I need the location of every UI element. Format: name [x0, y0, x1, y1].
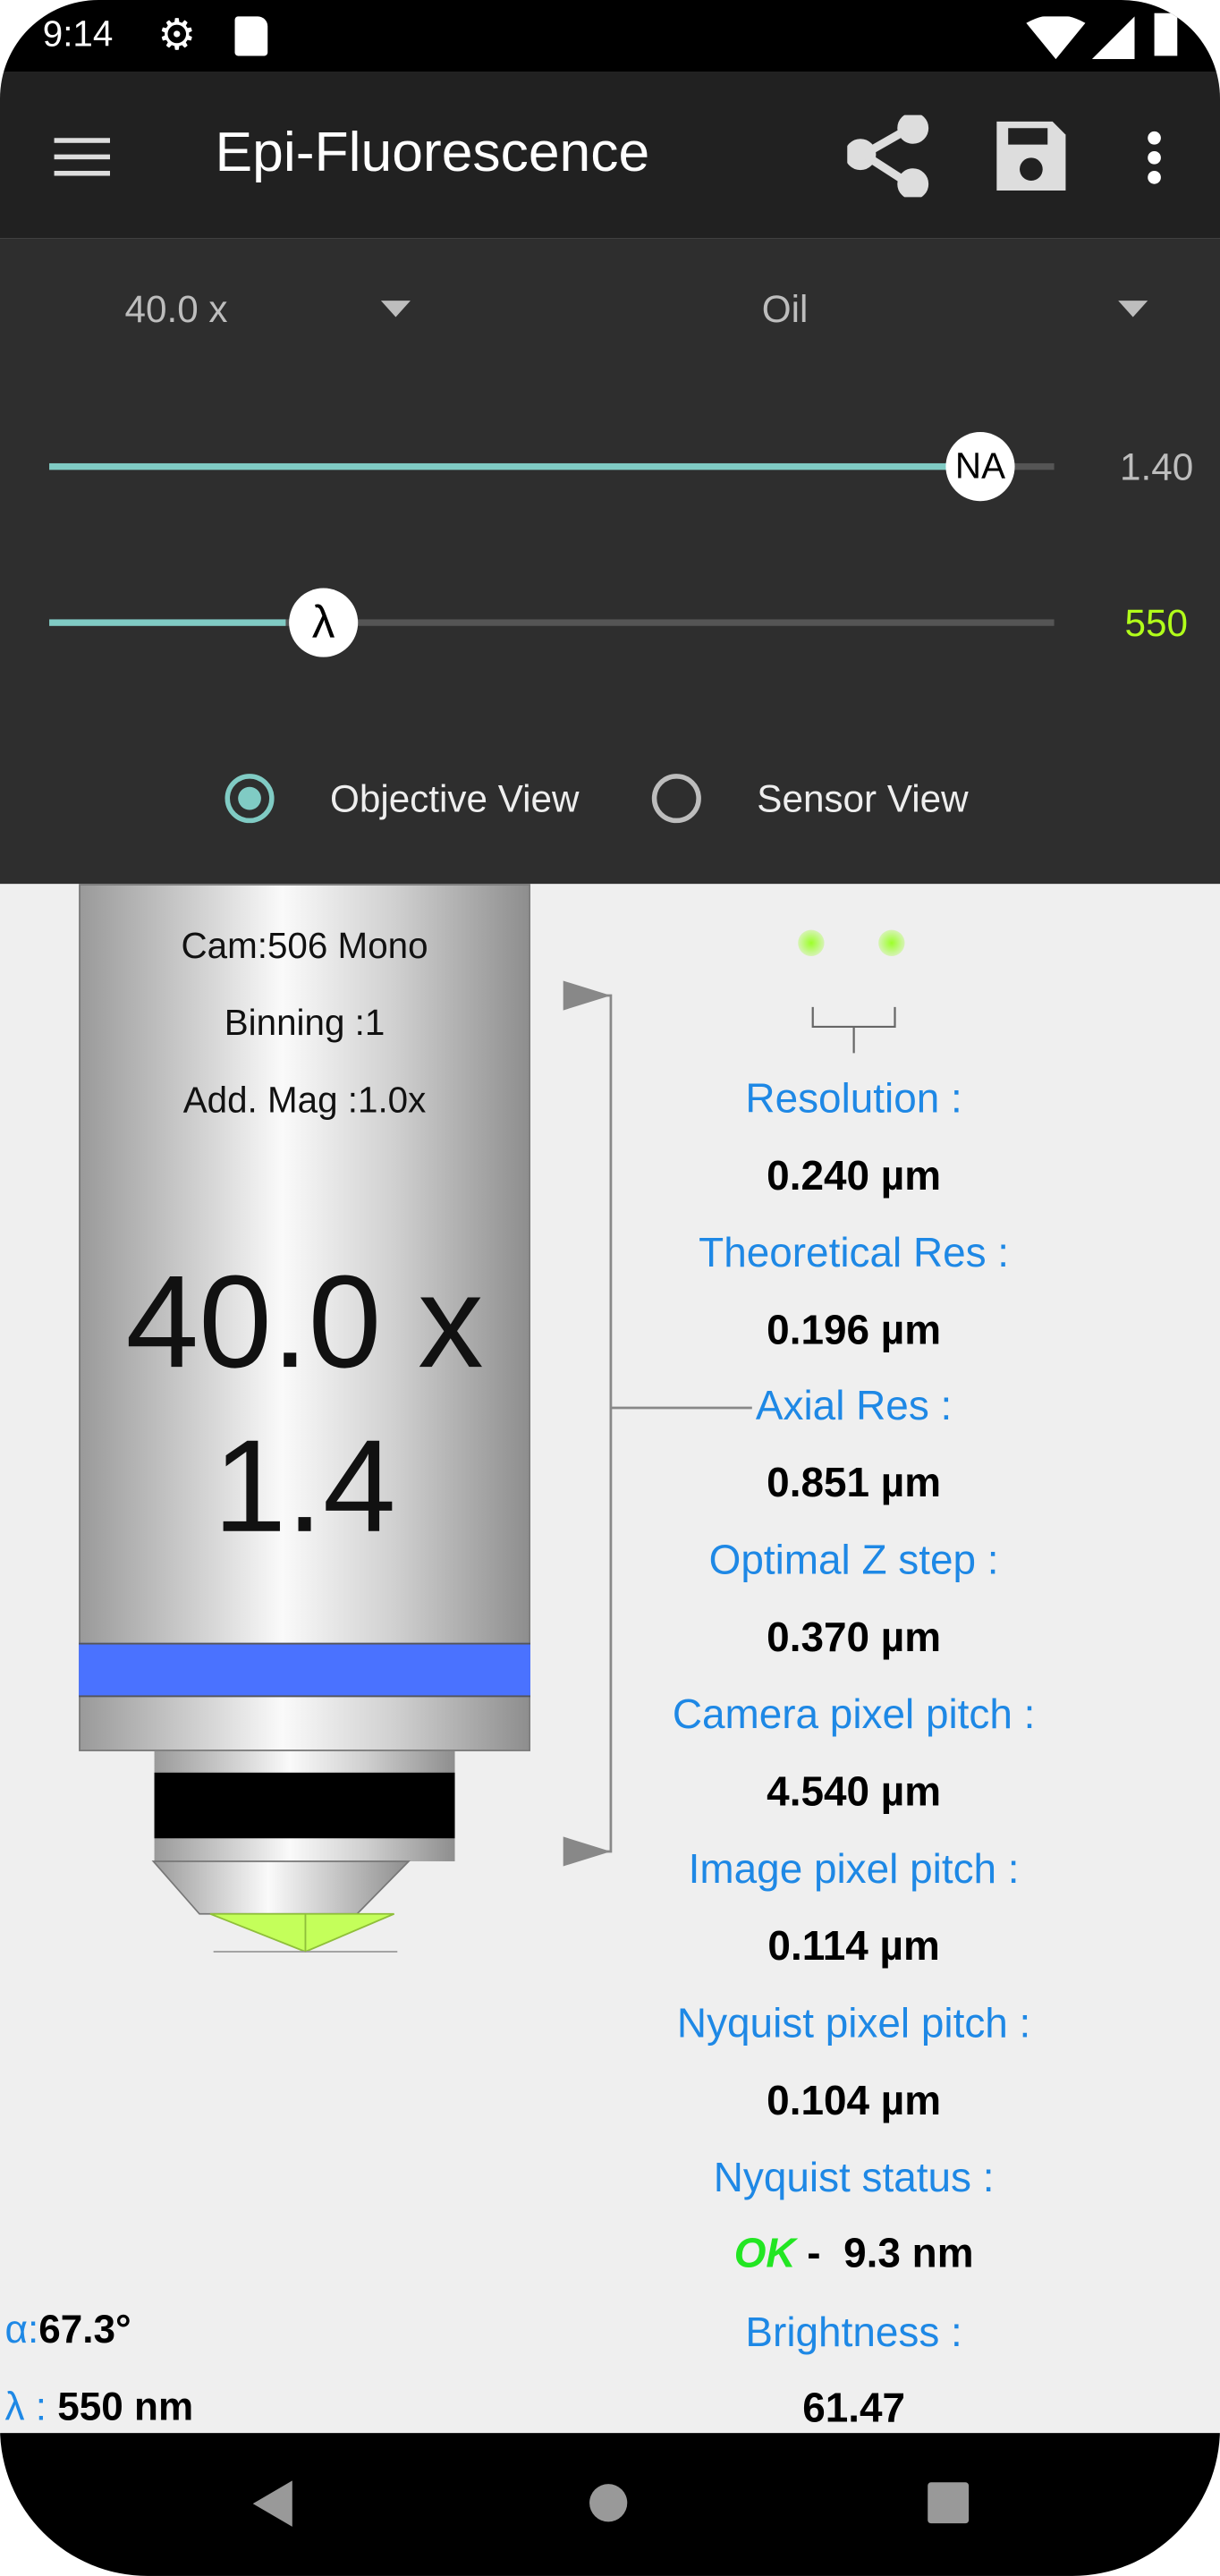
- menu-icon[interactable]: [54, 138, 110, 176]
- app-bar: Epi-Fluorescence: [0, 72, 1220, 239]
- more-vert-icon[interactable]: [1148, 131, 1161, 184]
- immersion-value: Oil: [761, 287, 809, 331]
- wifi-icon: [1026, 16, 1086, 60]
- camera-pixel-pitch-value: 4.540 µm: [767, 1769, 942, 1816]
- home-icon[interactable]: [589, 2484, 628, 2522]
- wavelength-value: 550: [1124, 601, 1188, 644]
- signal-icon: [1091, 16, 1135, 60]
- camera-pixel-pitch-label: Camera pixel pitch :: [672, 1691, 1036, 1739]
- brightness-label: Brightness :: [745, 2309, 962, 2356]
- nyquist-status-value: OK - 9.3 nm: [493, 2231, 1216, 2278]
- recents-icon[interactable]: [928, 2482, 970, 2524]
- nyquist-margin: 9.3 nm: [843, 2231, 974, 2277]
- sd-card-icon: [234, 16, 268, 56]
- phone-screen: 9:14 ⚙ Epi-Fluorescence 40.0 x Oil NA 1.…: [0, 0, 1220, 2576]
- sensor-view-radio[interactable]: Sensor View: [648, 770, 1043, 829]
- radio-selected-icon: [225, 774, 275, 824]
- lambda-label: λ :: [4, 2385, 47, 2430]
- controls-panel: 40.0 x Oil NA 1.40 λ 550 Objective View …: [0, 238, 1220, 885]
- objective-color-band: [79, 1642, 530, 1698]
- nyquist-status-label: Nyquist status :: [713, 2155, 995, 2202]
- optimal-z-step-label: Optimal Z step :: [708, 1538, 999, 1584]
- alpha-readout: α:67.3°: [5, 2309, 131, 2354]
- axial-res-label: Axial Res :: [755, 1383, 953, 1429]
- airy-spot-icon: [798, 929, 825, 956]
- save-icon[interactable]: [994, 118, 1069, 193]
- chevron-down-icon: [1118, 301, 1148, 318]
- objective-view-radio[interactable]: Objective View: [222, 770, 616, 829]
- lambda-readout: λ : 550 nm: [5, 2385, 194, 2431]
- battery-icon: [1154, 13, 1178, 56]
- airy-spot-icon: [878, 929, 905, 956]
- image-pixel-pitch-label: Image pixel pitch :: [688, 1846, 1020, 1893]
- alpha-value: 67.3°: [38, 2308, 131, 2353]
- objective-magnification: 40.0 x: [125, 1248, 484, 1395]
- status-time: 9:14: [42, 13, 114, 55]
- image-pixel-pitch-value: 0.114 µm: [767, 1923, 940, 1970]
- radio-unselected-icon: [651, 774, 701, 824]
- binning-label: Binning :1: [224, 1002, 385, 1044]
- resolution-value: 0.240 µm: [767, 1153, 942, 1199]
- axial-res-value: 0.851 µm: [767, 1460, 942, 1507]
- na-slider[interactable]: NA: [49, 432, 1055, 502]
- resolution-bracket: [811, 1006, 896, 1054]
- status-bar: 9:14 ⚙: [0, 0, 1220, 72]
- theoretical-res-label: Theoretical Res :: [699, 1230, 1010, 1277]
- camera-label: Cam:506 Mono: [181, 925, 428, 966]
- objective-front-lens: [151, 1860, 411, 1953]
- back-icon[interactable]: [250, 2479, 295, 2529]
- share-icon[interactable]: [847, 114, 929, 198]
- objective-na: 1.4: [213, 1412, 396, 1560]
- add-mag-label: Add. Mag :1.0x: [182, 1079, 427, 1121]
- resolution-label: Resolution :: [745, 1076, 962, 1123]
- app-title: Epi-Fluorescence: [215, 121, 650, 184]
- nyquist-ok-badge: OK: [733, 2231, 796, 2277]
- sensor-view-label: Sensor View: [757, 776, 969, 820]
- nyquist-pixel-pitch-label: Nyquist pixel pitch :: [676, 2001, 1031, 2047]
- magnification-value: 40.0 x: [124, 287, 228, 331]
- gear-icon: ⚙: [157, 10, 197, 60]
- wavelength-slider[interactable]: λ: [49, 588, 1055, 657]
- objective-view-label: Objective View: [329, 776, 580, 820]
- nyquist-pixel-pitch-value: 0.104 µm: [767, 2078, 942, 2124]
- separator: -: [807, 2231, 821, 2277]
- lambda-value: 550 nm: [57, 2385, 194, 2430]
- immersion-dropdown[interactable]: Oil: [723, 277, 1166, 343]
- optimal-z-step-value: 0.370 µm: [767, 1614, 942, 1661]
- wavelength-slider-thumb[interactable]: λ: [289, 588, 359, 657]
- objective-black-ring: [154, 1772, 455, 1839]
- chevron-down-icon: [380, 301, 411, 318]
- alpha-label: α:: [4, 2308, 39, 2353]
- navigation-bar: [0, 2433, 1220, 2576]
- theoretical-res-value: 0.196 µm: [767, 1308, 942, 1354]
- brightness-value: 61.47: [802, 2385, 906, 2432]
- na-value: 1.40: [1120, 445, 1194, 488]
- magnification-dropdown[interactable]: 40.0 x: [98, 277, 427, 343]
- na-slider-thumb[interactable]: NA: [945, 432, 1015, 502]
